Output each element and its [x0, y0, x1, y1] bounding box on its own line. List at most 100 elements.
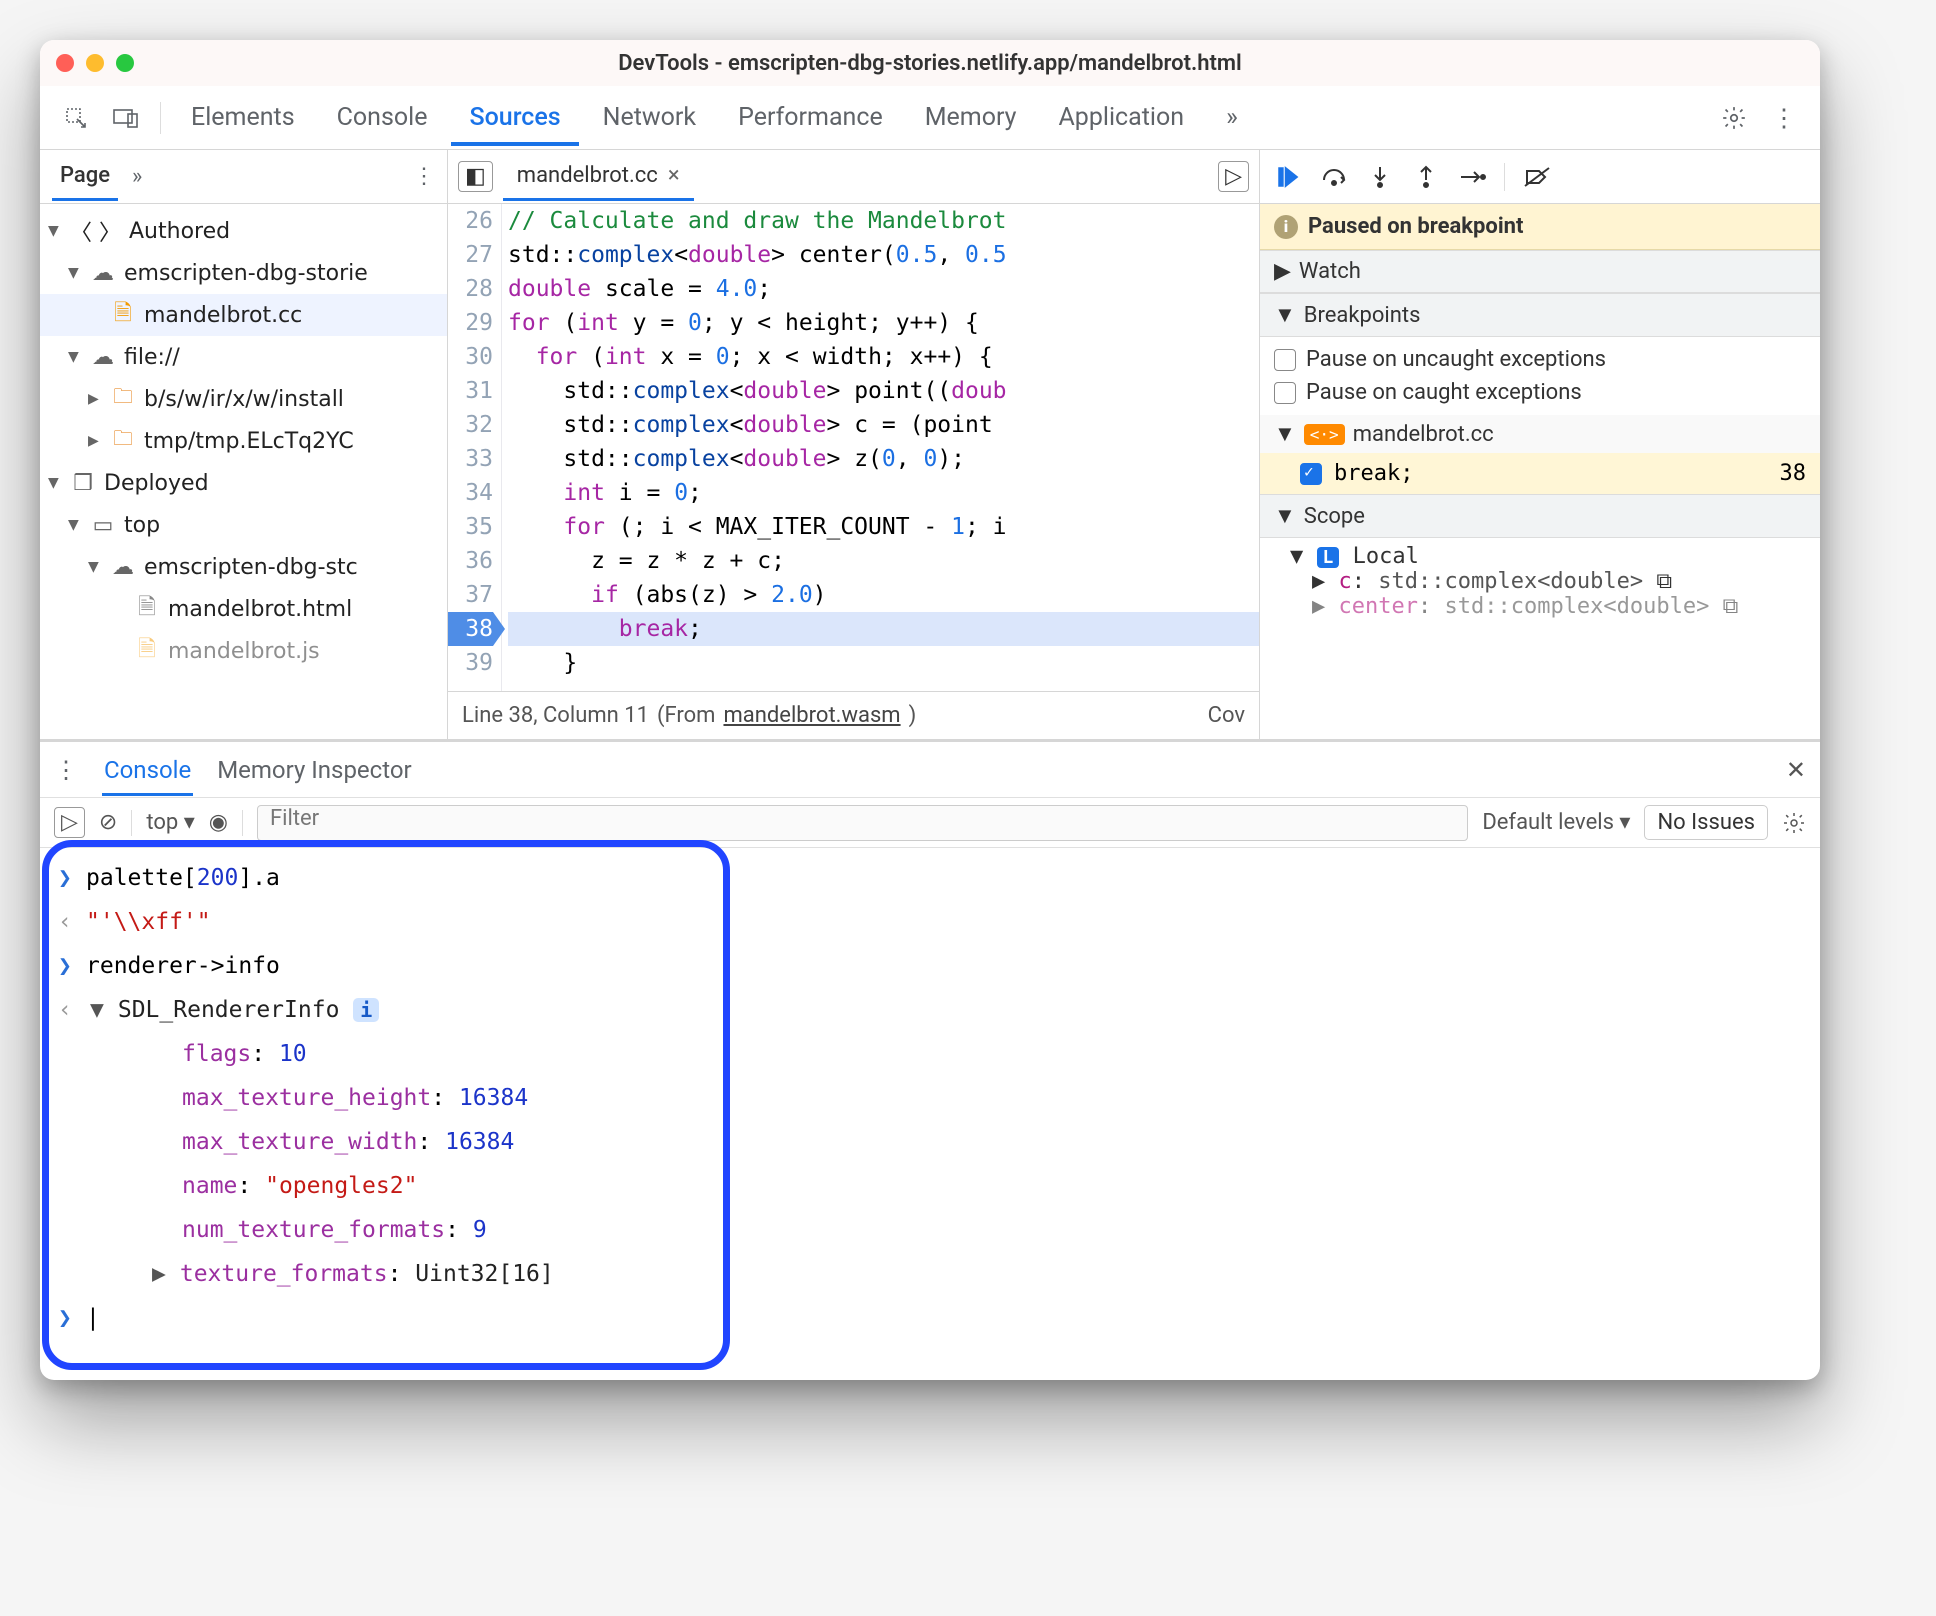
run-snippet-icon[interactable]: ▷	[1218, 161, 1249, 192]
close-tab-icon[interactable]: ×	[668, 163, 680, 188]
resume-icon[interactable]	[1274, 163, 1302, 191]
tree-file[interactable]: 🗎mandelbrot.html	[40, 588, 447, 630]
section-scope[interactable]: ▼Scope	[1260, 494, 1820, 538]
drawer-tab-memory-inspector[interactable]: Memory Inspector	[217, 756, 411, 784]
tree-group-deployed[interactable]: ▼❒Deployed	[40, 462, 447, 504]
window-controls	[56, 54, 134, 72]
navigator-tab-page[interactable]: Page	[52, 153, 118, 201]
debugger-panel: i Paused on breakpoint ▶Watch ▼Breakpoin…	[1260, 150, 1820, 739]
file-tree[interactable]: ▼〈 〉Authored ▼☁︎emscripten-dbg-storie 🗎m…	[40, 204, 447, 739]
window-title: DevTools - emscripten-dbg-stories.netlif…	[40, 51, 1820, 76]
breakpoint-line: 38	[1780, 461, 1807, 486]
navigator-tab-overflow[interactable]: »	[126, 158, 148, 195]
pause-caught-checkbox[interactable]: Pause on caught exceptions	[1274, 376, 1806, 409]
tree-file-selected[interactable]: 🗎mandelbrot.cc	[40, 294, 447, 336]
pause-uncaught-checkbox[interactable]: Pause on uncaught exceptions	[1274, 343, 1806, 376]
console-body[interactable]: ❯palette[200].a‹"'\\xff'"❯renderer->info…	[40, 848, 1820, 1380]
breakpoint-file-header[interactable]: ▼<·>mandelbrot.cc	[1260, 415, 1820, 453]
tabs-overflow[interactable]: »	[1208, 89, 1256, 146]
tab-network[interactable]: Network	[585, 89, 714, 146]
line-gutter[interactable]: 2627282930313233343536373839	[448, 204, 502, 691]
console-row[interactable]: max_texture_height: 16384	[40, 1076, 1820, 1120]
step-into-icon[interactable]	[1366, 163, 1394, 191]
tab-console[interactable]: Console	[319, 89, 446, 146]
tree-file-scheme[interactable]: ▼☁︎file://	[40, 336, 447, 378]
tree-folder[interactable]: ▶🗀b/s/w/ir/x/w/install	[40, 378, 447, 420]
editor-status-bar: Line 38, Column 11 (From mandelbrot.wasm…	[448, 691, 1259, 739]
console-row[interactable]: ▶ texture_formats: Uint32[16]	[40, 1252, 1820, 1296]
console-toolbar: ▷ ⊘ top ▾ ◉ Filter Default levels ▾ No I…	[40, 798, 1820, 848]
main-tabs: Elements Console Sources Network Perform…	[40, 86, 1820, 150]
editor-tab-label: mandelbrot.cc	[517, 163, 658, 188]
scope-local[interactable]: ▼ L Local	[1290, 544, 1806, 569]
wasm-source-link[interactable]: mandelbrot.wasm	[723, 703, 900, 728]
tree-top[interactable]: ▼▭top	[40, 504, 447, 546]
code-editor[interactable]: 2627282930313233343536373839 // Calculat…	[448, 204, 1259, 691]
navigator-tabs: Page » ⋮	[40, 150, 447, 204]
cursor-position: Line 38, Column 11	[462, 703, 649, 728]
kebab-menu-icon[interactable]: ⋮	[1762, 96, 1806, 140]
tab-application[interactable]: Application	[1041, 89, 1203, 146]
clear-console-icon[interactable]: ⊘	[99, 810, 117, 835]
tab-elements[interactable]: Elements	[173, 89, 313, 146]
editor-tabs: ◧ mandelbrot.cc × ▷	[448, 150, 1259, 204]
close-window-icon[interactable]	[56, 54, 74, 72]
console-sidebar-toggle-icon[interactable]: ▷	[54, 807, 85, 838]
tree-file[interactable]: 🗎mandelbrot.js	[40, 630, 447, 672]
console-filter-input[interactable]: Filter	[257, 805, 1468, 841]
issues-button[interactable]: No Issues	[1644, 805, 1768, 840]
scope-variable[interactable]: ▶ c: std::complex<double> ⧉	[1290, 569, 1806, 594]
sources-panel: Page » ⋮ ▼〈 〉Authored ▼☁︎emscripten-dbg-…	[40, 150, 1820, 740]
step-icon[interactable]	[1458, 163, 1486, 191]
zoom-window-icon[interactable]	[116, 54, 134, 72]
console-row[interactable]: flags: 10	[40, 1032, 1820, 1076]
console-row[interactable]: num_texture_formats: 9	[40, 1208, 1820, 1252]
navigator-sidebar: Page » ⋮ ▼〈 〉Authored ▼☁︎emscripten-dbg-…	[40, 150, 448, 739]
console-row[interactable]: ‹"'\\xff'"	[40, 900, 1820, 944]
context-selector[interactable]: top ▾	[146, 810, 194, 835]
settings-gear-icon[interactable]	[1712, 96, 1756, 140]
console-row[interactable]: ❯palette[200].a	[40, 856, 1820, 900]
breakpoint-row[interactable]: break; 38	[1260, 453, 1820, 494]
code-badge-icon: <·>	[1304, 424, 1345, 445]
paused-banner: i Paused on breakpoint	[1260, 204, 1820, 250]
navigator-kebab-icon[interactable]: ⋮	[413, 164, 435, 189]
breakpoint-enabled-checkbox[interactable]	[1300, 463, 1322, 485]
section-breakpoints[interactable]: ▼Breakpoints	[1260, 293, 1820, 337]
scope-variable[interactable]: ▶ center: std::complex<double> ⧉	[1290, 594, 1806, 619]
scope-body: ▼ L Local ▶ c: std::complex<double> ⧉ ▶ …	[1260, 538, 1820, 625]
inspect-icon[interactable]	[54, 96, 98, 140]
tree-domain[interactable]: ▼☁︎emscripten-dbg-stc	[40, 546, 447, 588]
section-watch[interactable]: ▶Watch	[1260, 250, 1820, 293]
console-row[interactable]: ‹▼ SDL_RendererInfo i	[40, 988, 1820, 1032]
minimize-window-icon[interactable]	[86, 54, 104, 72]
tab-sources[interactable]: Sources	[451, 89, 578, 146]
source-editor: ◧ mandelbrot.cc × ▷ 26272829303132333435…	[448, 150, 1260, 739]
console-row[interactable]: ❯renderer->info	[40, 944, 1820, 988]
toggle-navigator-icon[interactable]: ◧	[458, 161, 493, 192]
step-over-icon[interactable]	[1320, 163, 1348, 191]
live-expression-icon[interactable]: ◉	[209, 810, 228, 835]
drawer-tab-console[interactable]: Console	[102, 744, 193, 796]
code-content[interactable]: // Calculate and draw the Mandelbrotstd:…	[502, 204, 1259, 691]
log-levels-selector[interactable]: Default levels ▾	[1482, 810, 1630, 835]
tab-memory[interactable]: Memory	[907, 89, 1035, 146]
devtools-window: DevTools - emscripten-dbg-stories.netlif…	[40, 40, 1820, 1380]
console-row[interactable]: max_texture_width: 16384	[40, 1120, 1820, 1164]
tree-group-authored[interactable]: ▼〈 〉Authored	[40, 210, 447, 252]
deactivate-breakpoints-icon[interactable]	[1523, 163, 1551, 191]
console-prompt[interactable]: ❯​|	[40, 1296, 1820, 1340]
editor-file-tab[interactable]: mandelbrot.cc ×	[503, 153, 694, 201]
paused-label: Paused on breakpoint	[1308, 214, 1523, 239]
console-row[interactable]: name: "opengles2"	[40, 1164, 1820, 1208]
coverage-label[interactable]: Cov	[1208, 703, 1245, 728]
drawer-kebab-icon[interactable]: ⋮	[54, 756, 78, 784]
device-toggle-icon[interactable]	[104, 96, 148, 140]
tree-domain[interactable]: ▼☁︎emscripten-dbg-storie	[40, 252, 447, 294]
tree-folder[interactable]: ▶🗀tmp/tmp.ELcTq2YC	[40, 420, 447, 462]
tab-performance[interactable]: Performance	[720, 89, 901, 146]
step-out-icon[interactable]	[1412, 163, 1440, 191]
debug-toolbar	[1260, 150, 1820, 204]
close-drawer-icon[interactable]: ✕	[1786, 756, 1806, 784]
console-settings-gear-icon[interactable]	[1782, 811, 1806, 835]
